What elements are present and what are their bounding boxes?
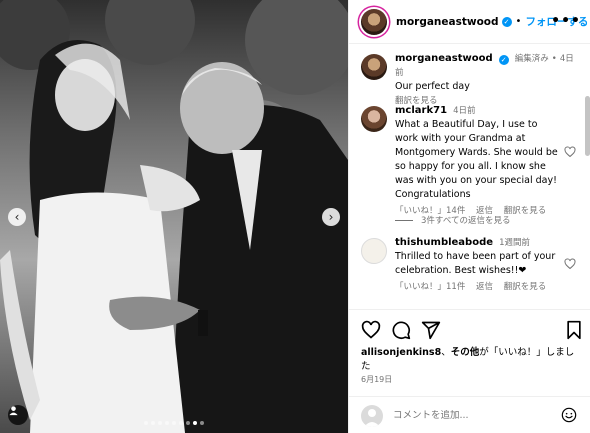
post-date[interactable]: 6月19日	[361, 374, 392, 385]
carousel-dot	[151, 421, 155, 425]
author-avatar[interactable]	[361, 8, 387, 35]
post-photo[interactable]: ‹ ›	[0, 0, 348, 433]
header-separator: •	[515, 16, 522, 27]
verified-badge-icon: ✓	[501, 16, 512, 27]
caption-username[interactable]: morganeastwood	[395, 53, 493, 64]
view-replies-label: 3件すべての返信を見る	[421, 216, 511, 226]
like-comment-icon[interactable]	[564, 146, 576, 158]
share-send-icon[interactable]	[421, 320, 441, 340]
comment-likes[interactable]: 「いいね！」11件	[395, 282, 465, 292]
carousel-indicator	[0, 421, 348, 425]
liked-by-user[interactable]: allisonjenkins8	[361, 347, 441, 358]
caption-avatar[interactable]	[361, 54, 387, 80]
comment-text: Thrilled to have been part of your celeb…	[395, 251, 556, 276]
current-user-avatar	[361, 404, 383, 427]
comment-bubble-icon[interactable]	[391, 320, 411, 340]
caption-text: Our perfect day	[395, 81, 470, 92]
comment-item: mclark71 4日前 What a Beautiful Day, I use…	[361, 104, 576, 218]
comment-time: 4日前	[453, 106, 476, 116]
comment-meta: 「いいね！」11件 返信 翻訳を見る	[395, 280, 576, 294]
post-header: morganeastwood ✓ • フォローする •••	[349, 0, 590, 44]
comment-item: thishumbleabode 1週間前 Thrilled to have be…	[361, 236, 576, 294]
liked-by-others[interactable]: その他	[451, 347, 480, 358]
like-comment-icon[interactable]	[564, 258, 576, 270]
more-options-icon[interactable]: •••	[551, 13, 581, 29]
carousel-dot	[200, 421, 204, 425]
comment-username[interactable]: thishumbleabode	[395, 237, 493, 248]
caption-separator: •	[551, 54, 557, 64]
emoji-icon[interactable]	[561, 407, 577, 423]
post-details-panel: morganeastwood ✓ • フォローする ••• morganeast…	[348, 0, 590, 433]
edited-label: 編集済み	[514, 54, 549, 64]
carousel-dot	[144, 421, 148, 425]
carousel-prev-button[interactable]: ‹	[8, 208, 26, 226]
comment-time: 1週間前	[499, 238, 530, 248]
replies-divider	[395, 219, 413, 221]
commenter-avatar[interactable]	[361, 106, 387, 132]
carousel-dot	[158, 421, 162, 425]
add-comment-bar	[349, 396, 590, 433]
user-icon	[9, 406, 18, 416]
action-icons-row	[361, 320, 583, 342]
commenter-avatar[interactable]	[361, 238, 387, 264]
carousel-dot	[165, 421, 169, 425]
translate-link[interactable]: 翻訳を見る	[504, 282, 547, 292]
like-heart-icon[interactable]	[361, 320, 381, 340]
view-replies-button[interactable]: 3件すべての返信を見る	[395, 214, 510, 226]
carousel-dot	[186, 421, 190, 425]
photo-illustration	[0, 0, 348, 433]
caption: morganeastwood ✓ 編集済み • 4日前 Our perfect …	[361, 52, 576, 108]
carousel-dot	[193, 421, 197, 425]
verified-badge-icon: ✓	[498, 55, 509, 65]
carousel-next-button[interactable]: ›	[322, 208, 340, 226]
carousel-dot	[179, 421, 183, 425]
default-avatar-icon	[364, 408, 380, 427]
carousel-dot	[172, 421, 176, 425]
comment-username[interactable]: mclark71	[395, 105, 447, 116]
author-username[interactable]: morganeastwood	[396, 16, 499, 28]
save-bookmark-icon[interactable]	[565, 320, 583, 340]
reply-button[interactable]: 返信	[476, 282, 493, 292]
likes-summary: allisonjenkins8、その他が「いいね！」しました	[361, 346, 583, 374]
comments-scrollbar[interactable]	[585, 96, 590, 156]
chevron-left-icon: ‹	[14, 210, 20, 224]
chevron-right-icon: ›	[328, 210, 334, 224]
likes-connector: 、	[441, 347, 451, 358]
post-actions: allisonjenkins8、その他が「いいね！」しました 6月19日	[349, 309, 590, 433]
comment-text: What a Beautiful Day, I use to work with…	[395, 119, 558, 200]
comments-list[interactable]: morganeastwood ✓ 編集済み • 4日前 Our perfect …	[349, 44, 590, 309]
